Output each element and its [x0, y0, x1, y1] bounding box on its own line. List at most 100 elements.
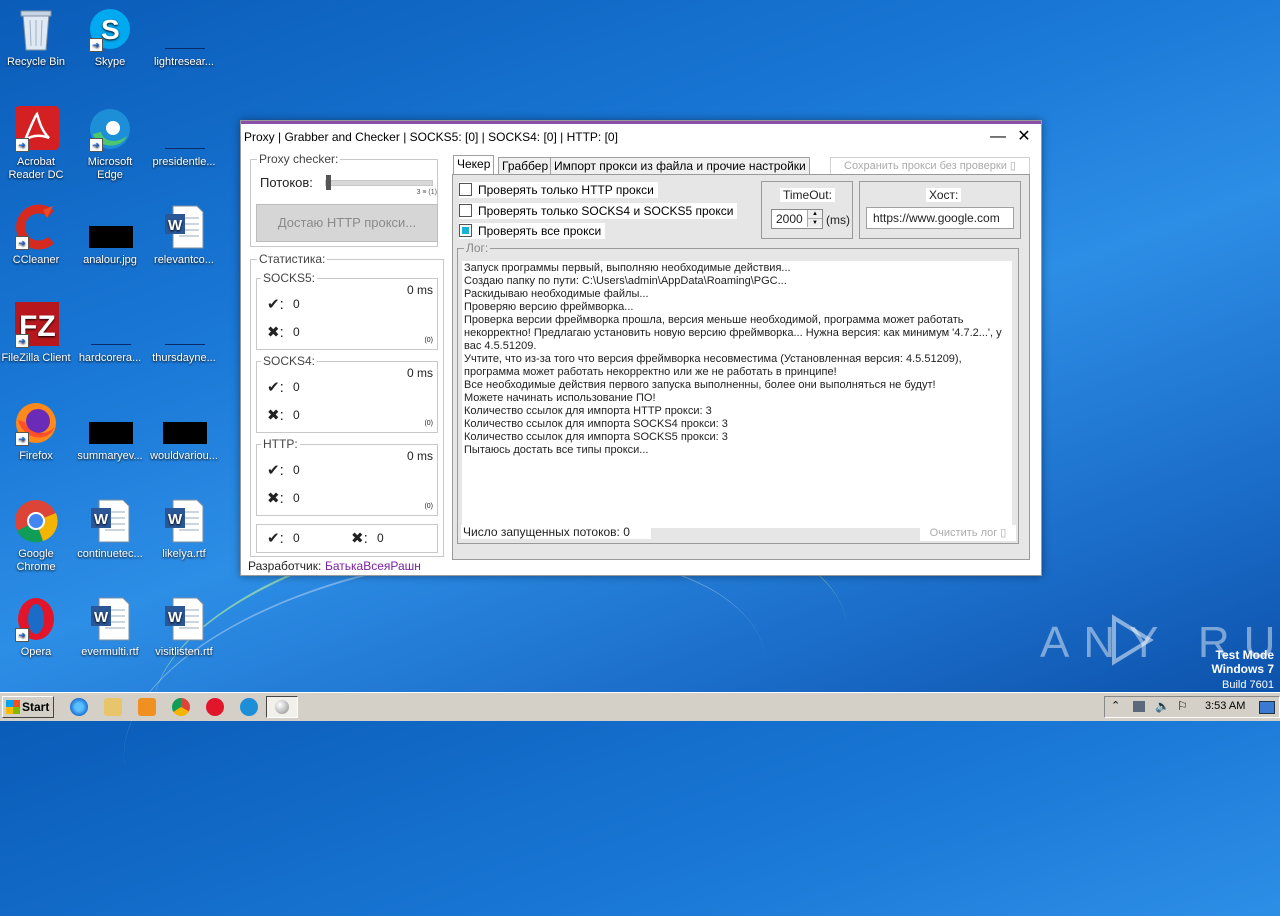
- desktop-icon-likelya[interactable]: W likelya.rtf: [148, 498, 220, 561]
- skype-icon: S ➜: [87, 6, 133, 52]
- threads-slider[interactable]: [325, 175, 433, 190]
- volume-icon[interactable]: 🔈: [1155, 699, 1170, 713]
- desktop-icon-summaryev[interactable]: summaryev...: [74, 400, 146, 463]
- cross-icon: ✖:: [267, 407, 284, 424]
- desktop-icon-edge[interactable]: ➜ Microsoft Edge: [74, 106, 146, 182]
- save-without-check-button[interactable]: Сохранить прокси без проверки ▯: [830, 157, 1030, 175]
- windows-logo-icon: [6, 700, 20, 714]
- log-title: Лог:: [464, 241, 491, 255]
- chrome-taskbar-icon[interactable]: [172, 698, 190, 716]
- start-button[interactable]: Start: [2, 696, 54, 718]
- desktop-icon-visitlisten[interactable]: W visitlisten.rtf: [148, 596, 220, 659]
- all-proxies-checkbox[interactable]: [459, 224, 472, 237]
- socks5-fail-value: 0: [293, 325, 300, 339]
- opera-taskbar-icon[interactable]: [206, 698, 224, 716]
- spin-up-icon[interactable]: ▲: [807, 210, 822, 219]
- desktop-icon-recycle-bin[interactable]: Recycle Bin: [0, 6, 72, 69]
- window-titlebar[interactable]: Proxy | Grabber and Checker | SOCKS5: [0…: [241, 124, 1041, 150]
- desktop-icon-wouldvariou[interactable]: wouldvariou...: [148, 400, 220, 463]
- media-player-taskbar-icon[interactable]: [138, 698, 156, 716]
- option-http-only[interactable]: Проверять только HTTP прокси: [459, 182, 658, 198]
- tab-import-settings[interactable]: Импорт прокси из файла и прочие настройк…: [550, 157, 810, 174]
- tab-checker[interactable]: Чекер: [453, 155, 495, 175]
- shortcut-arrow-icon: ➜: [89, 38, 103, 52]
- desktop-icon-hardcorera[interactable]: hardcorera...: [74, 302, 146, 365]
- desktop-icon-label: CCleaner: [12, 254, 60, 266]
- option-label: Проверять только HTTP прокси: [478, 183, 654, 197]
- cross-icon: ✖:: [267, 490, 284, 507]
- word-doc-icon: W: [87, 596, 133, 642]
- network-icon[interactable]: [1133, 701, 1145, 712]
- proxy-app-window: Proxy | Grabber and Checker | SOCKS5: [0…: [240, 120, 1042, 576]
- timeout-spinner[interactable]: 2000 ▲ ▼: [771, 209, 823, 229]
- desktop-icon-continuetec[interactable]: W continuetec...: [74, 498, 146, 561]
- option-label: Проверять все прокси: [478, 224, 602, 238]
- desktop-icon-relevantco[interactable]: W relevantco...: [148, 204, 220, 267]
- image-file-icon: [161, 400, 207, 446]
- desktop-icon-opera[interactable]: ➜ Opera: [0, 596, 72, 659]
- http-title: HTTP:: [261, 437, 300, 451]
- option-all[interactable]: Проверять все прокси: [459, 223, 606, 239]
- desktop-icon-analour[interactable]: analour.jpg: [74, 204, 146, 267]
- total-stats: ✔: 0 ✖: 0: [256, 524, 438, 553]
- file-icon: [161, 302, 207, 348]
- timeout-value[interactable]: 2000: [776, 212, 803, 226]
- socks4-title: SOCKS4:: [261, 354, 318, 368]
- option-socks-only[interactable]: Проверять только SOCKS4 и SOCKS5 прокси: [459, 203, 738, 219]
- desktop-icon-thursdayne[interactable]: thursdayne...: [148, 302, 220, 365]
- edge-icon: ➜: [87, 106, 133, 152]
- file-icon: [87, 302, 133, 348]
- close-button[interactable]: ✕: [1011, 124, 1037, 150]
- desktop-icon-firefox[interactable]: ➜ Firefox: [0, 400, 72, 463]
- log-line: Можете начинать использование ПО!: [464, 392, 656, 404]
- desktop-icon-label: Google Chrome: [16, 548, 56, 573]
- total-ok-value: 0: [293, 531, 300, 545]
- clock[interactable]: 3:53 AM: [1205, 700, 1245, 712]
- desktop-icon-presidentle[interactable]: presidentle...: [148, 106, 220, 169]
- socks5-ms: 0 ms: [406, 283, 433, 297]
- desktop-icon-filezilla[interactable]: FZ ➜ FileZilla Client: [0, 302, 72, 365]
- threads-slider-thumb[interactable]: [326, 175, 331, 190]
- action-center-flag-icon[interactable]: ⚐: [1177, 699, 1188, 713]
- show-desktop-icon[interactable]: [1259, 701, 1275, 714]
- socks-only-checkbox[interactable]: [459, 204, 472, 217]
- socks4-count: (0): [424, 420, 433, 427]
- word-doc-icon: W: [161, 204, 207, 250]
- start-label: Start: [22, 700, 50, 714]
- explorer-taskbar-icon[interactable]: [104, 698, 122, 716]
- http-only-checkbox[interactable]: [459, 183, 472, 196]
- spin-down-icon[interactable]: ▼: [807, 219, 822, 227]
- threads-running-box: Число запущенных потоков: 0: [461, 525, 651, 539]
- host-value[interactable]: https://www.google.com: [873, 211, 1000, 225]
- log-group: Лог: Запуск программы первый, выполняю н…: [457, 241, 1019, 544]
- desktop-icon-lightresear[interactable]: lightresear...: [148, 6, 220, 69]
- desktop-icon-evermulti[interactable]: W evermulti.rtf: [74, 596, 146, 659]
- desktop-icon-skype[interactable]: S ➜ Skype: [74, 6, 146, 69]
- get-http-proxy-button[interactable]: Достаю HTTP прокси...: [256, 204, 438, 242]
- shortcut-arrow-icon: ➜: [15, 628, 29, 642]
- desktop-icon-ccleaner[interactable]: ➜ CCleaner: [0, 204, 72, 267]
- ie-taskbar-icon[interactable]: [70, 698, 88, 716]
- desktop-icon-acrobat[interactable]: ➜ Acrobat Reader DC: [0, 106, 72, 182]
- host-input[interactable]: https://www.google.com: [866, 207, 1014, 229]
- file-icon: [161, 106, 207, 152]
- tab-grabber[interactable]: Граббер: [498, 157, 553, 174]
- http-count: (0): [424, 503, 433, 510]
- anyrun-logo-text: ANY RUN: [1040, 618, 1280, 667]
- active-app-taskbar-button[interactable]: [266, 696, 298, 718]
- host-title: Хост:: [926, 188, 962, 202]
- clear-log-button[interactable]: Очистить лог ▯: [920, 525, 1016, 541]
- minimize-button[interactable]: —: [985, 124, 1011, 150]
- edge-taskbar-icon[interactable]: [240, 698, 258, 716]
- shortcut-arrow-icon: ➜: [89, 138, 103, 152]
- desktop-icon-label: likelya.rtf: [162, 548, 206, 560]
- desktop-icon-label: evermulti.rtf: [81, 646, 139, 658]
- total-fail-value: 0: [377, 531, 384, 545]
- show-hidden-icons-icon[interactable]: ⌃: [1111, 699, 1120, 712]
- desktop-icon-chrome[interactable]: Google Chrome: [0, 498, 72, 574]
- shortcut-arrow-icon: ➜: [15, 138, 29, 152]
- desktop-icon-label: continuetec...: [77, 548, 143, 560]
- log-textbox[interactable]: Запуск программы первый, выполняю необхо…: [462, 261, 1012, 528]
- developer-name[interactable]: БатькаВсеяРашн: [325, 559, 421, 573]
- log-line: Количество ссылок для импорта HTTP прокс…: [464, 405, 712, 417]
